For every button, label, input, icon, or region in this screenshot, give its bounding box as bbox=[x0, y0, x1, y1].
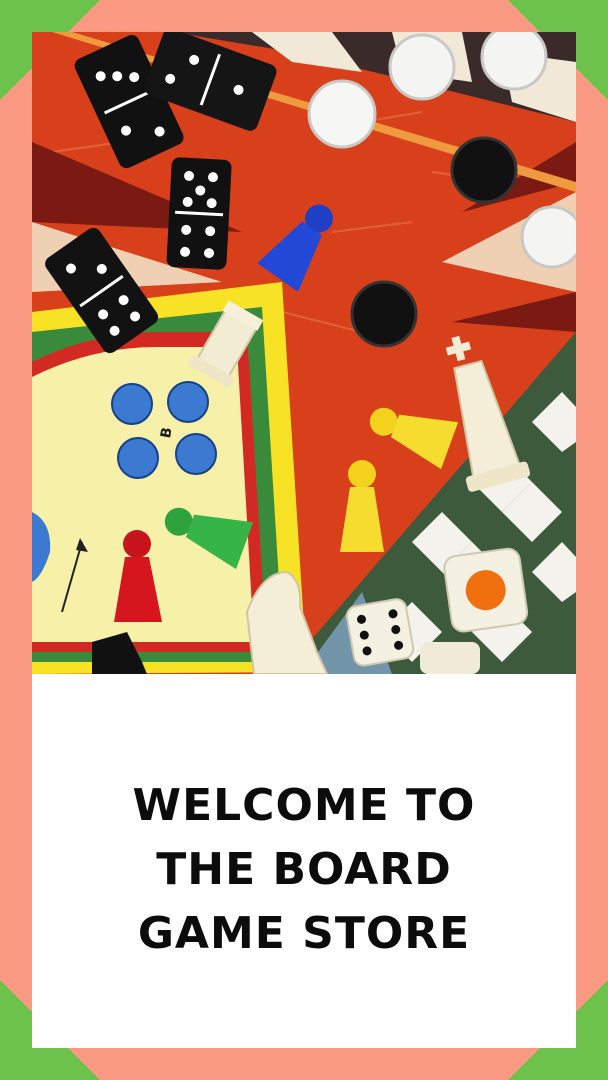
headline-line-2: THE BOARD bbox=[156, 844, 452, 895]
headline-line-3: GAME STORE bbox=[137, 908, 471, 959]
headline-line-1: WELCOME TO bbox=[132, 780, 476, 831]
welcome-headline: WELCOME TO THE BOARD GAME STORE bbox=[133, 756, 476, 966]
poster-panel: B WELCOME TO THE BOARD GAME STORE bbox=[32, 32, 576, 1048]
board-games-photo: B bbox=[32, 32, 576, 674]
headline-area: WELCOME TO THE BOARD GAME STORE bbox=[32, 674, 576, 1048]
